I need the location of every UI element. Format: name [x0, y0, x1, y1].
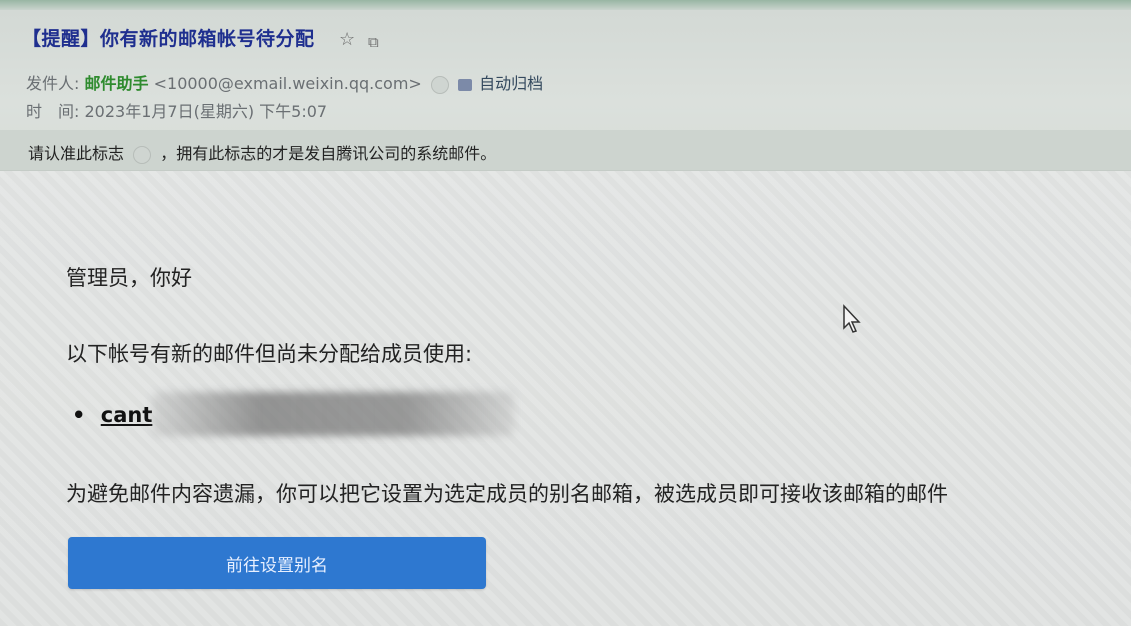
- sender-row: 发件人: 邮件助手 <10000@exmail.weixin.qq.com> 自…: [26, 70, 543, 94]
- redacted-area: [152, 392, 514, 436]
- window-icon[interactable]: ⧉: [368, 32, 379, 52]
- star-icon[interactable]: ☆: [339, 30, 355, 50]
- verified-icon: [133, 145, 152, 164]
- notice-text: 请认准此标志 ，拥有此标志的才是发自腾讯公司的系统邮件。: [28, 140, 496, 164]
- notice-suffix: ，拥有此标志的才是发自腾讯公司的系统邮件。: [160, 144, 497, 163]
- sender-address: <10000@exmail.weixin.qq.com>: [153, 74, 422, 93]
- set-alias-button[interactable]: 前往设置别名: [68, 537, 486, 589]
- notice-prefix: 请认准此标志: [28, 144, 125, 163]
- email-subject: 【提醒】你有新的邮箱帐号待分配: [22, 28, 315, 50]
- set-alias-button-label: 前往设置别名: [226, 555, 328, 576]
- time-row: 时 间: 2023年1月7日(星期六) 下午5:07: [26, 98, 327, 122]
- auto-archive-link[interactable]: 自动归档: [479, 74, 543, 93]
- account-link[interactable]: cant: [101, 403, 153, 427]
- time-value: 2023年1月7日(星期六) 下午5:07: [84, 102, 328, 121]
- verified-icon: [430, 75, 449, 94]
- bullet-dot: •: [72, 403, 86, 427]
- intro-line: 以下帐号有新的邮件但尚未分配给成员使用:: [66, 342, 473, 366]
- top-band: [0, 0, 1131, 10]
- archive-icon: [458, 78, 472, 91]
- time-label: 时 间:: [26, 102, 80, 121]
- account-list-item: • cant: [72, 403, 152, 427]
- sender-name[interactable]: 邮件助手: [85, 74, 149, 93]
- email-header: 【提醒】你有新的邮箱帐号待分配 ☆ ⧉ 发件人: 邮件助手 <10000@exm…: [0, 0, 1131, 171]
- sender-label: 发件人:: [26, 74, 80, 93]
- instruction-line: 为避免邮件内容遗漏，你可以把它设置为选定成员的别名邮箱，被选成员即可接收该邮箱的…: [66, 482, 948, 506]
- notice-bar: 请认准此标志 ，拥有此标志的才是发自腾讯公司的系统邮件。: [0, 130, 1131, 170]
- greeting: 管理员，你好: [66, 266, 192, 290]
